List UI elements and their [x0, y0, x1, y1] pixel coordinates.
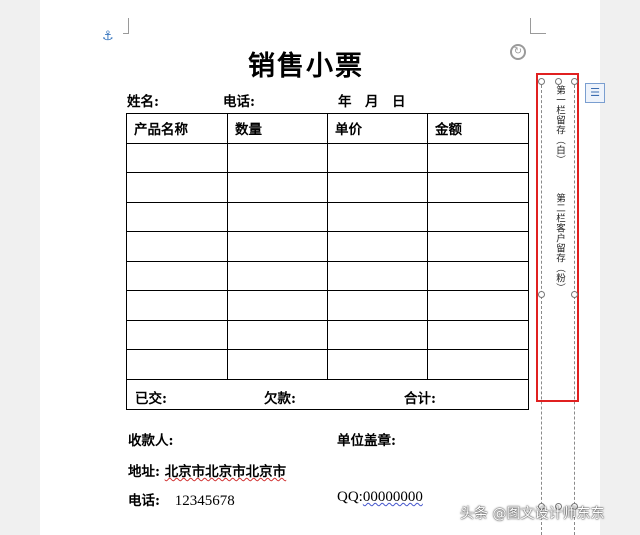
textbox-selection-highlight[interactable]: 第一栏留存（白） 第二栏客户留存（粉） — [536, 73, 579, 402]
table-row — [126, 201, 529, 232]
resize-handle-middle-left[interactable] — [538, 291, 545, 298]
table-row — [126, 319, 529, 350]
table-cell[interactable] — [427, 201, 529, 232]
table-row — [126, 142, 529, 173]
table-cell[interactable] — [427, 260, 529, 291]
table-footer-cell[interactable]: 已交: 欠款: 合计: — [126, 378, 529, 410]
table-row — [126, 231, 529, 262]
resize-handle-top-left[interactable] — [538, 78, 545, 85]
rotate-handle-icon[interactable]: ↻ — [510, 44, 526, 60]
resize-handle-top-middle[interactable] — [555, 78, 562, 85]
copy2-text: 第二栏客户留存（粉） — [554, 193, 565, 293]
sales-table[interactable]: 产品名称 数量 单价 金额 已交: 欠款: 合计: — [126, 113, 529, 410]
phone2-label: 电话: — [128, 493, 160, 509]
document-page[interactable]: ⚓ 销售小票 姓名: 电话: 年 月 日 产品名称 数量 单价 金额 已交: 欠… — [40, 0, 600, 535]
table-cell[interactable] — [427, 142, 529, 173]
table-cell[interactable] — [227, 349, 328, 380]
table-cell[interactable] — [327, 349, 428, 380]
table-cell[interactable] — [327, 290, 428, 321]
resize-handle-middle-right[interactable] — [571, 291, 578, 298]
table-cell[interactable] — [227, 319, 328, 350]
phone2-line[interactable]: 电话: 12345678 — [128, 489, 235, 510]
column-header-unit-price[interactable]: 单价 — [327, 113, 428, 144]
table-row — [126, 260, 529, 291]
phone2-value: 12345678 — [174, 493, 235, 509]
table-header-row: 产品名称 数量 单价 金额 — [126, 113, 529, 144]
anchor-icon[interactable]: ⚓ — [102, 30, 114, 43]
table-cell[interactable] — [327, 260, 428, 291]
table-cell[interactable] — [126, 142, 228, 173]
column-header-amount[interactable]: 金额 — [427, 113, 529, 144]
table-cell[interactable] — [427, 290, 529, 321]
table-footer-row: 已交: 欠款: 合计: — [126, 378, 529, 410]
resize-handle-top-right[interactable] — [571, 78, 578, 85]
address-value: 北京市北京市北京市 — [164, 464, 287, 480]
table-cell[interactable] — [227, 142, 328, 173]
qq-label: QQ: — [337, 489, 363, 505]
document-title[interactable]: 销售小票 — [248, 44, 428, 83]
table-cell[interactable] — [126, 201, 228, 232]
name-label[interactable]: 姓名: — [127, 90, 159, 110]
owed-label: 欠款: — [264, 390, 296, 407]
table-row — [126, 172, 529, 203]
table-row — [126, 349, 529, 380]
table-cell[interactable] — [427, 319, 529, 350]
address-label: 地址: — [128, 464, 160, 480]
column-header-quantity[interactable]: 数量 — [227, 113, 328, 144]
payee-label[interactable]: 收款人: — [128, 429, 173, 449]
copy1-text: 第一栏留存（白） — [554, 85, 565, 165]
table-cell[interactable] — [427, 231, 529, 262]
seal-label[interactable]: 单位盖章: — [337, 429, 396, 449]
total-label: 合计: — [404, 390, 436, 407]
table-cell[interactable] — [126, 231, 228, 262]
table-cell[interactable] — [227, 260, 328, 291]
watermark-text: 头条 @图文设计师东东 — [460, 506, 605, 522]
paid-label: 已交: — [135, 390, 167, 407]
table-row — [126, 290, 529, 321]
address-line[interactable]: 地址: 北京市北京市北京市 — [128, 460, 286, 480]
table-cell[interactable] — [126, 349, 228, 380]
table-cell[interactable] — [327, 319, 428, 350]
crop-mark-top-right — [530, 18, 546, 34]
table-cell[interactable] — [126, 319, 228, 350]
qq-line[interactable]: QQ:00000000 — [337, 489, 423, 506]
date-label[interactable]: 年 月 日 — [338, 90, 406, 110]
table-cell[interactable] — [126, 260, 228, 291]
table-cell[interactable] — [227, 231, 328, 262]
table-cell[interactable] — [327, 142, 428, 173]
column-header-product[interactable]: 产品名称 — [126, 113, 228, 144]
table-cell[interactable] — [427, 349, 529, 380]
table-cell[interactable] — [126, 290, 228, 321]
table-cell[interactable] — [126, 172, 228, 203]
table-cell[interactable] — [327, 231, 428, 262]
qq-value: 00000000 — [362, 489, 423, 505]
table-cell[interactable] — [327, 172, 428, 203]
table-cell[interactable] — [327, 201, 428, 232]
table-cell[interactable] — [427, 172, 529, 203]
table-cell[interactable] — [227, 290, 328, 321]
crop-mark-top-left — [123, 18, 129, 34]
table-cell[interactable] — [227, 201, 328, 232]
table-cell[interactable] — [227, 172, 328, 203]
layout-options-icon[interactable]: ☰ — [585, 83, 605, 103]
phone-label[interactable]: 电话: — [223, 90, 255, 110]
